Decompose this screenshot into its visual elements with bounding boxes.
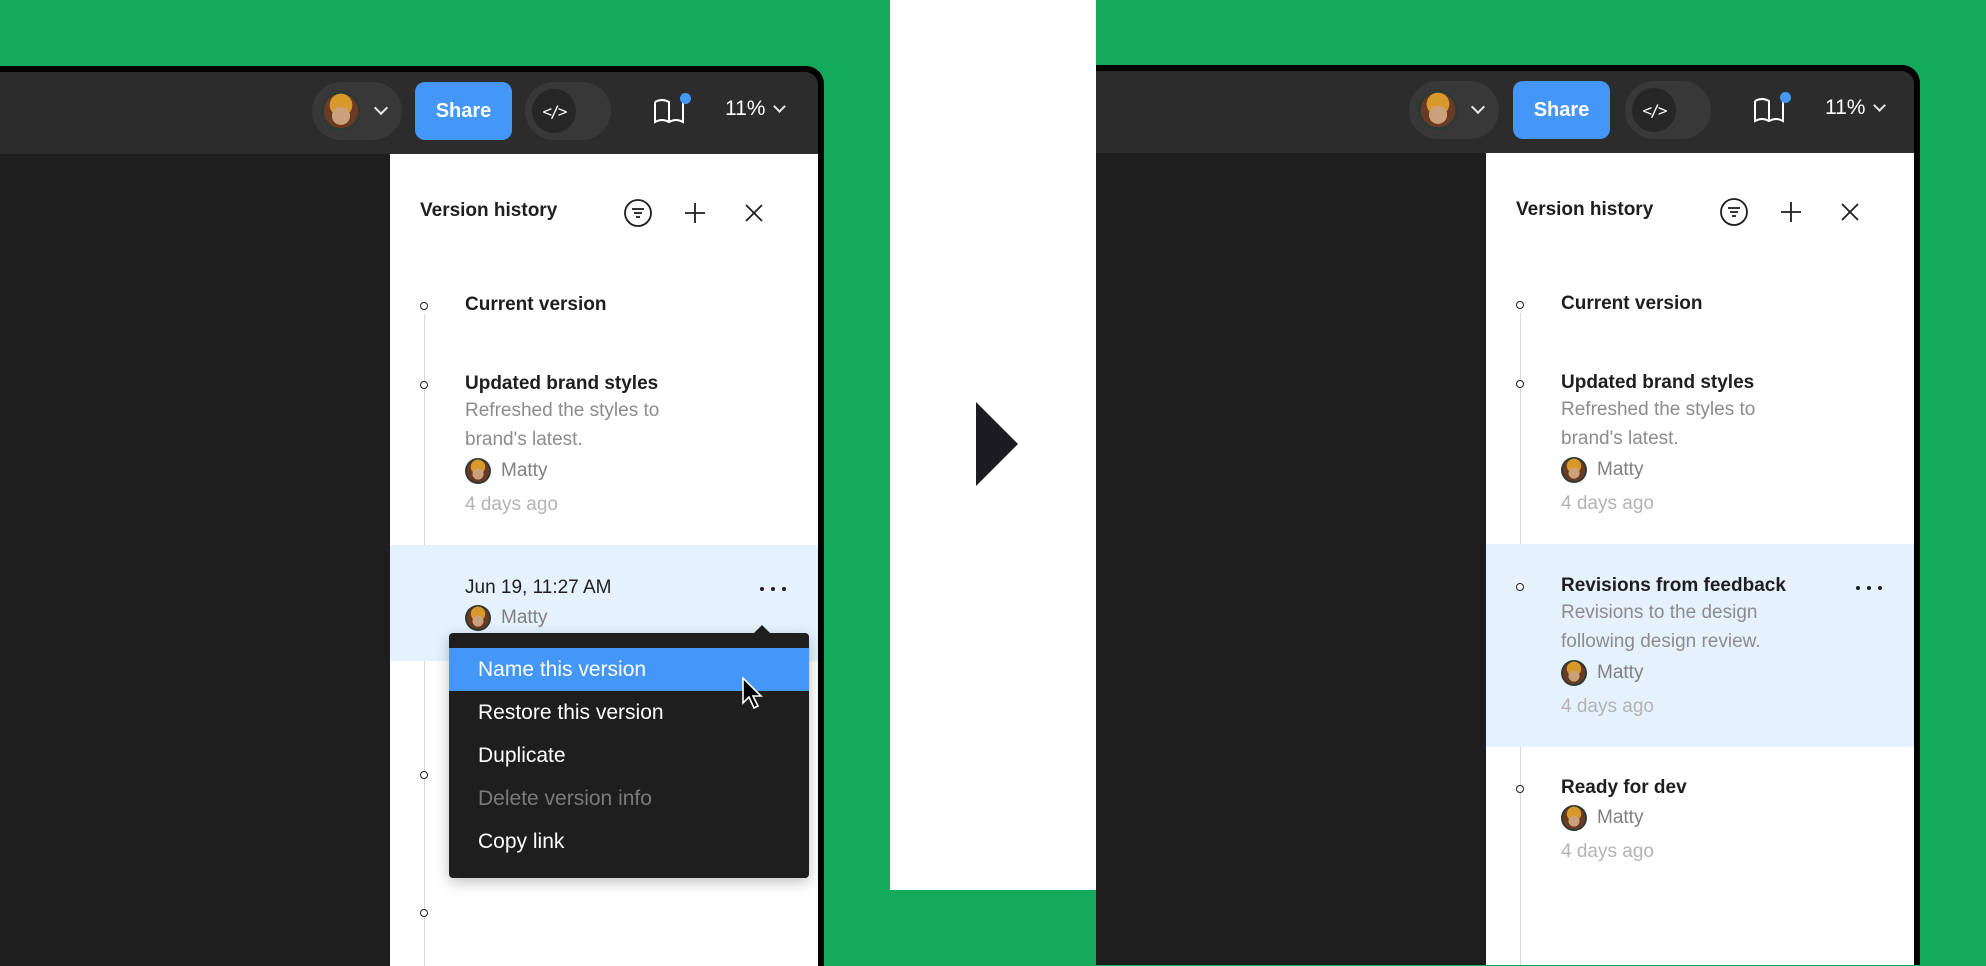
window-after: Share </> 11% Version history Current ve… [1096, 65, 1920, 965]
resources-button[interactable] [1752, 92, 1791, 125]
mouse-cursor-icon [742, 677, 763, 710]
timeline-dot [1516, 583, 1524, 591]
more-dot [760, 587, 764, 591]
notification-dot [680, 93, 691, 104]
plus-icon [685, 203, 705, 223]
version-item[interactable]: Updated brand styles Refreshed the style… [1486, 367, 1914, 527]
zoom-level-label: 11% [725, 97, 766, 120]
toolbar: Share </> 11% [0, 72, 818, 154]
version-author: Matty [465, 458, 547, 484]
filter-button[interactable] [1719, 197, 1749, 227]
share-button[interactable]: Share [1513, 81, 1610, 139]
filter-icon [1720, 198, 1748, 226]
version-author: Matty [465, 605, 547, 631]
timeline-dot [1516, 380, 1524, 388]
panel-title: Version history [420, 200, 558, 221]
panel-title: Version history [1516, 199, 1654, 220]
version-time: 4 days ago [1561, 493, 1654, 514]
version-item[interactable]: Current version [390, 290, 818, 370]
more-options-button[interactable] [760, 579, 786, 599]
author-name: Matty [1597, 662, 1644, 683]
version-author: Matty [1561, 805, 1643, 831]
chevron-down-icon [373, 100, 389, 116]
author-name: Matty [1597, 459, 1644, 480]
zoom-menu[interactable]: 11% [1825, 96, 1887, 120]
timeline-dot [420, 771, 428, 779]
avatar [465, 458, 491, 484]
menu-item-delete-version-info: Delete version info [478, 786, 652, 810]
version-context-menu: Name this version Restore this version D… [449, 625, 809, 878]
share-button[interactable]: Share [415, 82, 512, 140]
timeline-dot [420, 381, 428, 389]
more-dot [1856, 586, 1860, 590]
version-description: Revisions to the design following design… [1561, 602, 1761, 652]
version-time: 4 days ago [465, 494, 558, 515]
version-author: Matty [1561, 660, 1643, 686]
version-title: Jun 19, 11:27 AM [465, 577, 612, 598]
transition-arrow-icon [976, 402, 1018, 486]
avatar [1418, 90, 1458, 130]
version-title: Current version [465, 294, 607, 315]
zoom-level-label: 11% [1825, 96, 1866, 119]
code-icon: </> [1632, 88, 1676, 132]
code-icon: </> [532, 89, 576, 133]
avatar [1561, 805, 1587, 831]
user-menu-button[interactable] [1409, 81, 1499, 139]
timeline-dot [420, 909, 428, 917]
close-icon [1841, 203, 1859, 221]
version-item[interactable]: Ready for dev Matty 4 days ago [1486, 773, 1914, 893]
version-item[interactable]: Updated brand styles Refreshed the style… [390, 368, 818, 528]
avatar [321, 91, 361, 131]
more-dot [1878, 586, 1882, 590]
version-item[interactable]: Current version [1486, 289, 1914, 369]
timeline-dot [420, 302, 428, 310]
author-name: Matty [1597, 807, 1644, 828]
toolbar: Share </> 11% [1096, 71, 1914, 153]
chevron-down-icon [1470, 99, 1486, 115]
avatar [1561, 457, 1587, 483]
add-version-button[interactable] [1776, 197, 1806, 227]
zoom-menu[interactable]: 11% [725, 97, 787, 121]
dev-mode-toggle[interactable]: </> [1625, 81, 1711, 139]
version-time: 4 days ago [1561, 696, 1654, 717]
timeline-dot [1516, 301, 1524, 309]
author-name: Matty [501, 460, 548, 481]
menu-item-copy-link[interactable]: Copy link [449, 820, 809, 863]
add-version-button[interactable] [680, 198, 710, 228]
notification-dot [1780, 92, 1791, 103]
version-history-panel: Version history Current version Updated … [1486, 153, 1914, 965]
more-dot [782, 587, 786, 591]
user-menu-button[interactable] [312, 82, 402, 140]
close-icon [745, 204, 763, 222]
more-options-button[interactable] [1856, 578, 1882, 598]
plus-icon [1781, 202, 1801, 222]
version-item-selected[interactable]: Revisions from feedback Revisions to the… [1486, 544, 1914, 747]
menu-caret [754, 625, 770, 633]
chevron-down-icon [773, 99, 787, 113]
close-panel-button[interactable] [1835, 197, 1865, 227]
author-name: Matty [501, 607, 548, 628]
more-dot [771, 587, 775, 591]
more-dot [1867, 586, 1871, 590]
dev-mode-toggle[interactable]: </> [525, 82, 611, 140]
filter-icon [624, 199, 652, 227]
filter-button[interactable] [623, 198, 653, 228]
version-time: 4 days ago [1561, 841, 1654, 862]
chevron-down-icon [1873, 98, 1887, 112]
version-title: Revisions from feedback [1561, 575, 1786, 596]
avatar [1561, 660, 1587, 686]
close-panel-button[interactable] [739, 198, 769, 228]
version-description: Refreshed the styles to brand's latest. [465, 400, 660, 450]
timeline-dot [1516, 785, 1524, 793]
version-title: Updated brand styles [1561, 372, 1755, 393]
version-author: Matty [1561, 457, 1643, 483]
resources-button[interactable] [652, 93, 691, 126]
menu-item-duplicate[interactable]: Duplicate [449, 734, 809, 777]
version-title: Current version [1561, 293, 1703, 314]
version-title: Updated brand styles [465, 373, 659, 394]
avatar [465, 605, 491, 631]
version-description: Refreshed the styles to brand's latest. [1561, 399, 1756, 449]
version-title: Ready for dev [1561, 777, 1687, 798]
